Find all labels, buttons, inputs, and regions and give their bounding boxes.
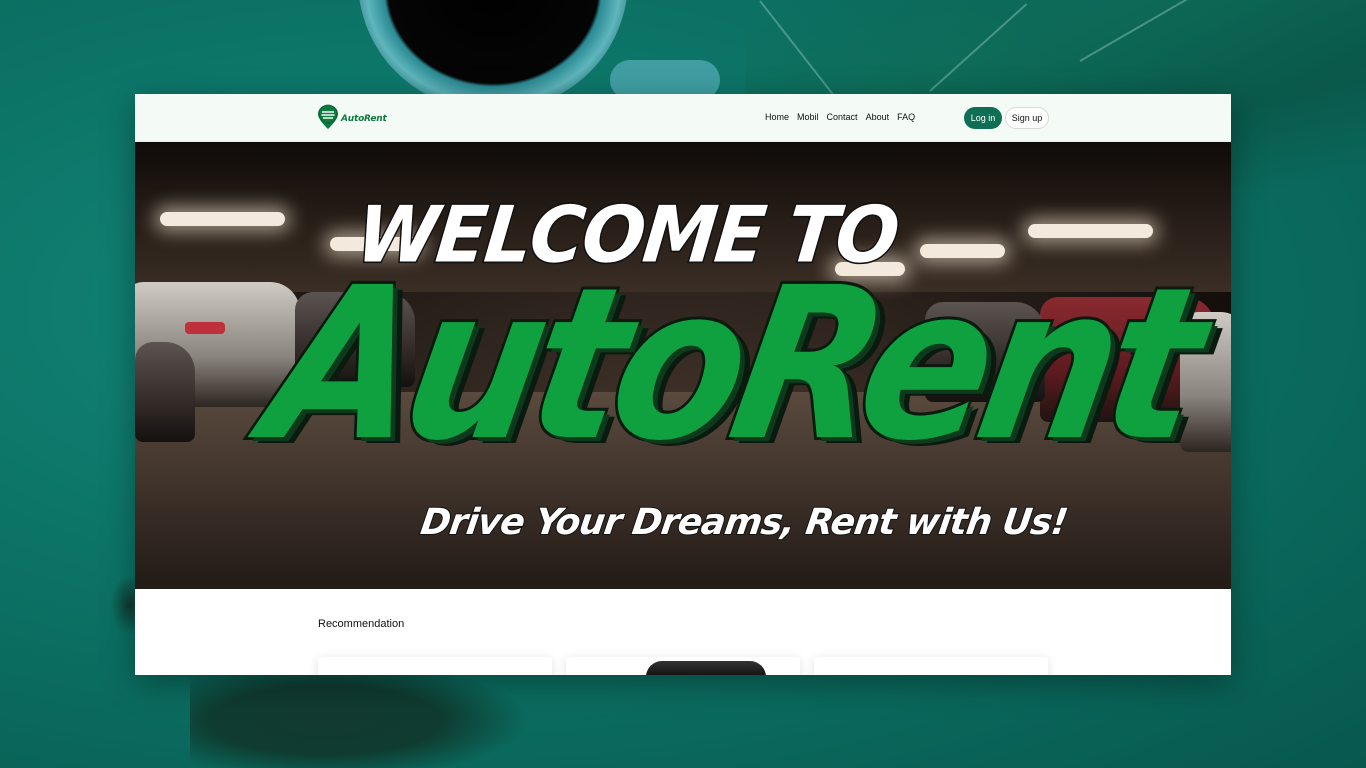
nav-home[interactable]: Home: [765, 112, 789, 122]
login-button[interactable]: Log in: [964, 107, 1002, 129]
hero-banner: WELCOME TO AutoRent Drive Your Dreams, R…: [135, 142, 1231, 589]
autorent-logo-icon: [318, 104, 338, 129]
ceiling-light: [1028, 224, 1153, 238]
car-image: [646, 661, 766, 675]
website-mockup: AutoRent Home Mobil Contact About FAQ Lo…: [135, 94, 1231, 675]
ceiling-light: [160, 212, 285, 226]
nav-faq[interactable]: FAQ: [897, 112, 915, 122]
recommendation-card[interactable]: [566, 657, 800, 675]
recommendation-card[interactable]: [318, 657, 552, 675]
recommendation-card[interactable]: [814, 657, 1048, 675]
signup-button[interactable]: Sign up: [1005, 107, 1049, 129]
nav-links: Home Mobil Contact About FAQ: [765, 112, 915, 122]
nav-contact[interactable]: Contact: [827, 112, 858, 122]
recommendation-title: Recommendation: [318, 618, 405, 630]
logo[interactable]: AutoRent: [317, 104, 387, 130]
navbar: AutoRent Home Mobil Contact About FAQ Lo…: [135, 94, 1231, 142]
logo-text: AutoRent: [341, 114, 387, 124]
hero-tagline: Drive Your Dreams, Rent with Us!: [417, 501, 1070, 544]
parked-car: [135, 342, 195, 442]
nav-mobil[interactable]: Mobil: [797, 112, 819, 122]
hero-title: AutoRent: [248, 239, 1215, 490]
plant-decoration: [190, 660, 530, 768]
nav-about[interactable]: About: [866, 112, 890, 122]
